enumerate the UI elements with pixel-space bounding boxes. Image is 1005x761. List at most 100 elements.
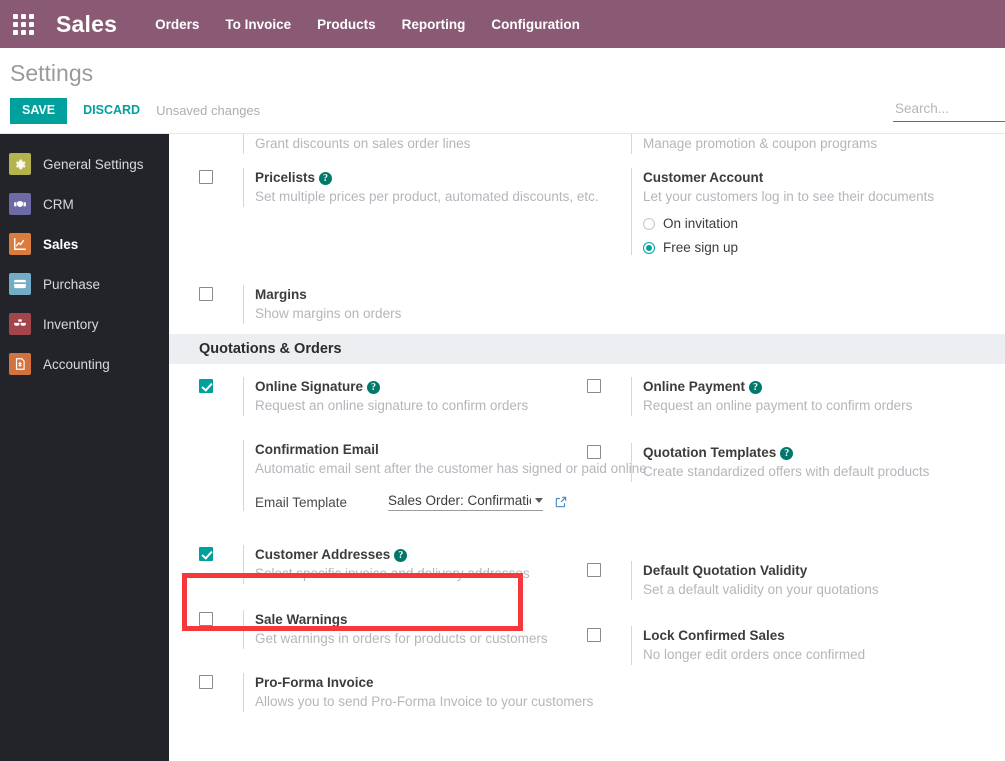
setting-title: Pro-Forma Invoice bbox=[255, 675, 374, 690]
sidebar-item-label: Purchase bbox=[43, 276, 101, 292]
setting-description: No longer edit orders once confirmed bbox=[643, 647, 866, 662]
radio-free-sign-up[interactable]: Free sign up bbox=[643, 240, 1005, 255]
radio-button-selected[interactable] bbox=[643, 241, 655, 254]
sidebar-item-crm[interactable]: CRM bbox=[0, 184, 169, 224]
default-validity-checkbox[interactable] bbox=[587, 563, 601, 577]
setting-pro-forma-invoice[interactable]: Pro-Forma Invoice Allows you to send Pro… bbox=[199, 659, 593, 722]
nav-item-reporting[interactable]: Reporting bbox=[402, 17, 466, 32]
boxes-icon bbox=[9, 313, 31, 335]
email-template-select[interactable]: Sales Order: Confirmatic bbox=[388, 493, 543, 511]
help-icon[interactable]: ? bbox=[319, 172, 333, 185]
sale-warnings-checkbox[interactable] bbox=[199, 612, 213, 626]
pro-forma-checkbox-wrap bbox=[199, 673, 243, 689]
help-icon[interactable]: ? bbox=[780, 447, 794, 460]
save-button[interactable]: SAVE bbox=[10, 98, 68, 124]
pricing-left-col: Pricelists? Set multiple prices per prod… bbox=[169, 158, 599, 334]
handshake-icon bbox=[9, 193, 31, 215]
setting-title: Lock Confirmed Sales bbox=[643, 628, 785, 643]
app-body: General Settings CRM Sales Purchase Inve bbox=[0, 134, 1005, 761]
default-validity-checkbox-wrap bbox=[587, 561, 631, 577]
pricing-right-col: Customer Account Let your customers log … bbox=[587, 158, 1005, 334]
pricelists-checkbox[interactable] bbox=[199, 170, 213, 184]
email-template-field: Email Template Sales Order: Confirmatic bbox=[255, 493, 587, 511]
unsaved-changes-status: Unsaved changes bbox=[156, 103, 261, 119]
setting-description: Get warnings in orders for products or c… bbox=[255, 631, 548, 646]
invoice-icon bbox=[9, 353, 31, 375]
setting-title: Pricelists bbox=[255, 170, 316, 185]
sidebar-item-label: CRM bbox=[43, 196, 74, 212]
setting-description: Automatic email sent after the customer … bbox=[255, 461, 647, 476]
checkbox-placeholder bbox=[587, 134, 631, 150]
setting-pricelists[interactable]: Pricelists? Set multiple prices per prod… bbox=[199, 158, 599, 217]
apps-menu-button[interactable] bbox=[0, 0, 46, 48]
setting-title: Default Quotation Validity bbox=[643, 563, 808, 578]
setting-online-payment[interactable]: Online Payment? Request an online paymen… bbox=[587, 364, 1005, 426]
radio-label: Free sign up bbox=[663, 240, 739, 255]
sidebar-item-general-settings[interactable]: General Settings bbox=[0, 144, 169, 184]
radio-button[interactable] bbox=[643, 217, 655, 230]
discounts-description: Grant discounts on sales order lines bbox=[255, 136, 471, 151]
online-signature-checkbox-wrap bbox=[199, 377, 243, 393]
control-panel: Settings SAVE DISCARD Unsaved changes bbox=[0, 48, 1005, 134]
setting-title: Customer Account bbox=[643, 170, 764, 185]
nav-item-orders[interactable]: Orders bbox=[155, 17, 199, 32]
quotations-orders-block: Online Signature? Request an online sign… bbox=[169, 364, 1005, 722]
setting-description: Set multiple prices per product, automat… bbox=[255, 189, 599, 204]
section-header-quotations-orders: Quotations & Orders bbox=[169, 334, 1005, 364]
partial-row-top: Grant discounts on sales order lines Man… bbox=[169, 134, 1005, 158]
settings-content: Grant discounts on sales order lines Man… bbox=[169, 134, 1005, 761]
online-payment-checkbox[interactable] bbox=[587, 379, 601, 393]
pricelists-title-row: Pricelists? bbox=[255, 168, 587, 187]
search-bar[interactable] bbox=[893, 100, 1005, 122]
quotation-templates-checkbox[interactable] bbox=[587, 445, 601, 459]
navbar-menu: Orders To Invoice Products Reporting Con… bbox=[155, 17, 580, 32]
setting-online-signature[interactable]: Online Signature? Request an online sign… bbox=[199, 364, 587, 426]
setting-title: Online Payment bbox=[643, 379, 746, 394]
gear-icon bbox=[9, 153, 31, 175]
quotations-right-col: Online Payment? Request an online paymen… bbox=[587, 364, 1005, 722]
setting-sale-warnings[interactable]: Sale Warnings Get warnings in orders for… bbox=[199, 594, 587, 659]
checkbox-placeholder bbox=[587, 168, 631, 184]
lock-confirmed-checkbox[interactable] bbox=[587, 628, 601, 642]
nav-item-products[interactable]: Products bbox=[317, 17, 376, 32]
nav-item-to-invoice[interactable]: To Invoice bbox=[225, 17, 291, 32]
sidebar-item-label: General Settings bbox=[43, 156, 144, 172]
setting-description: Select specific invoice and delivery add… bbox=[255, 566, 530, 581]
nav-item-configuration[interactable]: Configuration bbox=[491, 17, 579, 32]
sidebar-item-label: Sales bbox=[43, 236, 79, 252]
partial-left-col: Grant discounts on sales order lines bbox=[169, 134, 587, 158]
setting-title: Confirmation Email bbox=[255, 442, 379, 457]
app-brand-sales[interactable]: Sales bbox=[56, 11, 117, 38]
quotation-templates-title-row: Quotation Templates? bbox=[643, 443, 1005, 462]
help-icon[interactable]: ? bbox=[394, 549, 408, 562]
setting-quotation-templates[interactable]: Quotation Templates? Create standardized… bbox=[587, 426, 1005, 492]
sale-warnings-checkbox-wrap bbox=[199, 610, 243, 626]
search-input[interactable] bbox=[893, 100, 1005, 117]
setting-margins[interactable]: Margins Show margins on orders bbox=[199, 217, 587, 334]
setting-customer-addresses[interactable]: Customer Addresses? Select specific invo… bbox=[199, 521, 587, 594]
sidebar-item-inventory[interactable]: Inventory bbox=[0, 304, 169, 344]
radio-on-invitation[interactable]: On invitation bbox=[643, 216, 1005, 231]
sidebar-item-purchase[interactable]: Purchase bbox=[0, 264, 169, 304]
setting-lock-confirmed-sales[interactable]: Lock Confirmed Sales No longer edit orde… bbox=[587, 610, 1005, 675]
customer-addresses-checkbox[interactable] bbox=[199, 547, 213, 561]
page-title: Settings bbox=[10, 60, 94, 86]
margins-checkbox-wrap bbox=[199, 285, 243, 301]
help-icon[interactable]: ? bbox=[367, 381, 381, 394]
help-icon[interactable]: ? bbox=[749, 381, 763, 394]
quotations-left-col: Online Signature? Request an online sign… bbox=[169, 364, 647, 722]
sidebar-item-sales[interactable]: Sales bbox=[0, 224, 169, 264]
sidebar-item-accounting[interactable]: Accounting bbox=[0, 344, 169, 384]
pro-forma-checkbox[interactable] bbox=[199, 675, 213, 689]
apps-grid-icon bbox=[12, 13, 34, 35]
margins-checkbox[interactable] bbox=[199, 287, 213, 301]
setting-description: Create standardized offers with default … bbox=[643, 464, 930, 479]
setting-default-quotation-validity[interactable]: Default Quotation Validity Set a default… bbox=[587, 492, 1005, 610]
chart-line-icon bbox=[9, 233, 31, 255]
quotation-templates-checkbox-wrap bbox=[587, 443, 631, 459]
discard-button[interactable]: DISCARD bbox=[81, 98, 142, 124]
external-link-icon[interactable] bbox=[554, 495, 568, 509]
sidebar-item-label: Accounting bbox=[43, 356, 110, 372]
online-signature-checkbox[interactable] bbox=[199, 379, 213, 393]
online-payment-checkbox-wrap bbox=[587, 377, 631, 393]
